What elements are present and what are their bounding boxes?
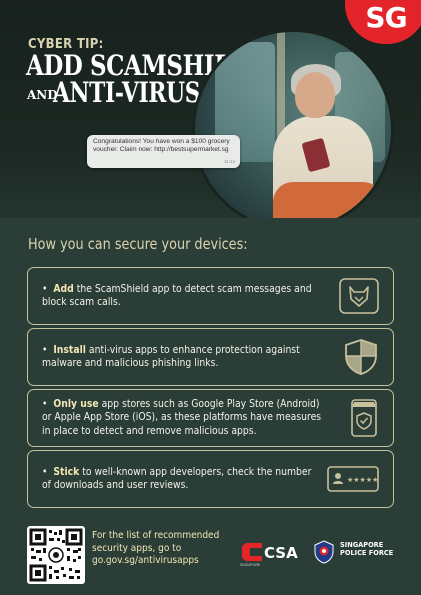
scam-sms-bubble: Congratulations! You have won a $100 gro… bbox=[87, 135, 240, 168]
tip-text: • Only use app stores such as Google Pla… bbox=[42, 397, 322, 437]
footer-text: For the list of recommended security app… bbox=[92, 530, 222, 568]
csa-name: CSA bbox=[264, 544, 298, 562]
secure-store-icon bbox=[349, 398, 379, 438]
tip-text: • Install anti-virus apps to enhance pro… bbox=[42, 343, 300, 370]
csa-logo: CSA bbox=[240, 541, 302, 563]
tip-card-app-stores: • Only use app stores such as Google Pla… bbox=[27, 389, 394, 447]
sg-badge: SG bbox=[345, 0, 421, 44]
qr-code[interactable] bbox=[27, 526, 85, 584]
woman-head bbox=[295, 72, 335, 118]
police-crest-icon bbox=[314, 540, 334, 564]
spf-line2: POLICE FORCE bbox=[340, 549, 394, 557]
tip-text: • Stick to well-known app developers, ch… bbox=[42, 465, 312, 492]
csa-sub: SINGAPORE bbox=[240, 563, 261, 567]
shield-icon bbox=[343, 338, 379, 376]
section-title: How you can secure your devices: bbox=[28, 235, 248, 253]
sms-message: Congratulations! You have won a $100 gro… bbox=[93, 138, 230, 154]
tip-body: the ScamShield app to detect scam messag… bbox=[42, 282, 312, 309]
svg-text:★★★★★: ★★★★★ bbox=[347, 476, 378, 484]
hero-banner: SG CYBER TIP: ADD SCAMSHIELD AND ANTI-VI… bbox=[0, 0, 421, 218]
footer-link[interactable]: go.gov.sg/antivirusapps bbox=[92, 555, 222, 568]
footer-line2: security apps, go to bbox=[92, 542, 182, 554]
footer-line1: For the list of recommended bbox=[92, 530, 220, 541]
user-rating-icon: ★★★★★ bbox=[327, 466, 379, 492]
scamshield-fox-icon bbox=[339, 278, 379, 314]
spf-line1: SINGAPORE bbox=[340, 541, 384, 549]
sg-badge-text: SG bbox=[365, 1, 407, 34]
tip-card-scamshield: • Add the ScamShield app to detect scam … bbox=[27, 267, 394, 325]
woman-on-bus-photo bbox=[195, 32, 391, 218]
tip-text: • Add the ScamShield app to detect scam … bbox=[42, 282, 312, 309]
spf-name: SINGAPORE POLICE FORCE bbox=[340, 541, 393, 557]
tip-card-antivirus: • Install anti-virus apps to enhance pro… bbox=[27, 328, 394, 386]
sms-time: 11:14 bbox=[224, 158, 235, 164]
tip-keyword: Add bbox=[53, 282, 74, 295]
woman-skirt bbox=[273, 182, 383, 218]
tip-keyword: Stick bbox=[53, 465, 80, 478]
tip-keyword: Only use bbox=[53, 397, 99, 410]
tip-body: to well-known app developers, check the … bbox=[42, 465, 312, 492]
tip-card-developers: • Stick to well-known app developers, ch… bbox=[27, 450, 394, 508]
tip-keyword: Install bbox=[53, 343, 86, 356]
